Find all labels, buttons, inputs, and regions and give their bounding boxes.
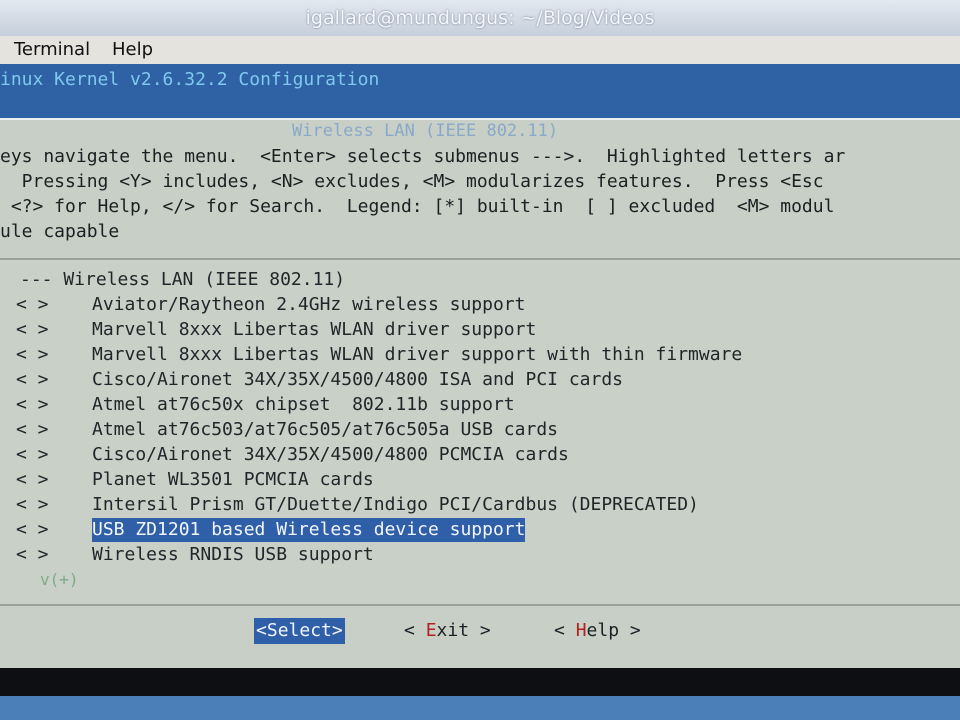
help-text-line: Pressing <Y> includes, <N> excludes, <M>… — [0, 171, 824, 192]
select-button-hotkey: S — [266, 620, 278, 641]
menu-help[interactable]: Help — [112, 36, 153, 64]
menu-item-label: Aviator/Raytheon 2.4GHz wireless support — [92, 294, 526, 315]
exit-button[interactable]: < Exit > — [404, 618, 491, 644]
menu-item[interactable]: < > Intersil Prism GT/Duette/Indigo PCI/… — [0, 493, 699, 517]
menu-item-checkbox[interactable]: < > — [16, 543, 49, 567]
menu-item-checkbox[interactable]: < > — [16, 418, 49, 442]
help-button[interactable]: < Help > — [554, 618, 641, 644]
exit-button-prefix: < — [404, 620, 426, 641]
menu-item[interactable]: < > Marvell 8xxx Libertas WLAN driver su… — [0, 318, 536, 342]
exit-button-suffix: xit > — [436, 620, 491, 641]
menu-bar: Terminal Help — [0, 36, 960, 64]
help-text-line: ule capable — [0, 221, 120, 242]
menu-item-label: Atmel at76c50x chipset 802.11b support — [92, 394, 515, 415]
menu-item-label: Intersil Prism GT/Duette/Indigo PCI/Card… — [92, 494, 699, 515]
menu-item-label: Planet WL3501 PCMCIA cards — [92, 469, 374, 490]
menu-item-checkbox[interactable]: < > — [16, 393, 49, 417]
menu-item[interactable]: < > Atmel at76c50x chipset 802.11b suppo… — [0, 393, 515, 417]
desktop-panel — [0, 696, 960, 720]
exit-button-hotkey: E — [425, 620, 437, 641]
menu-item-label: Atmel at76c503/at76c505/at76c505a USB ca… — [92, 419, 558, 440]
help-button-prefix: < — [554, 620, 576, 641]
menu-item-label: Cisco/Aironet 34X/35X/4500/4800 ISA and … — [92, 369, 624, 390]
select-button[interactable]: <Select> — [254, 618, 345, 644]
menu-item-checkbox[interactable]: < > — [16, 343, 49, 367]
menu-item[interactable]: < > Cisco/Aironet 34X/35X/4500/4800 ISA … — [0, 368, 623, 392]
menu-item-label: Wireless RNDIS USB support — [92, 544, 374, 565]
menu-item-checkbox[interactable]: < > — [16, 293, 49, 317]
menu-item-selected[interactable]: < > USB ZD1201 based Wireless device sup… — [0, 518, 526, 542]
select-button-prefix: < — [256, 620, 267, 641]
window-title-bar[interactable]: igallard@mundungus: ~/Blog/Videos — [0, 0, 960, 36]
menu-item-label: Marvell 8xxx Libertas WLAN driver suppor… — [92, 319, 537, 340]
menu-item-label: Marvell 8xxx Libertas WLAN driver suppor… — [92, 344, 743, 365]
help-text-line: <?> for Help, </> for Search. Legend: [*… — [0, 196, 835, 217]
menu-item-checkbox[interactable]: < > — [16, 368, 49, 392]
terminal-bottom-area — [0, 668, 960, 696]
help-button-suffix: elp > — [586, 620, 641, 641]
menu-terminal[interactable]: Terminal — [14, 36, 90, 64]
menu-item-checkbox[interactable]: < > — [16, 318, 49, 342]
window-title: igallard@mundungus: ~/Blog/Videos — [305, 7, 655, 29]
menu-item[interactable]: < > Cisco/Aironet 34X/35X/4500/4800 PCMC… — [0, 443, 569, 467]
menu-item-checkbox[interactable]: < > — [16, 493, 49, 517]
menu-item[interactable]: < > Marvell 8xxx Libertas WLAN driver su… — [0, 343, 742, 367]
menu-item-checkbox[interactable]: < > — [16, 518, 49, 542]
help-text-line: eys navigate the menu. <Enter> selects s… — [0, 146, 846, 167]
menu-item[interactable]: < > Aviator/Raytheon 2.4GHz wireless sup… — [0, 293, 525, 317]
scroll-more-indicator: v(+) — [40, 570, 79, 589]
menu-item-checkbox[interactable]: < > — [16, 468, 49, 492]
menu-item-checkbox[interactable]: < > — [16, 443, 49, 467]
menu-item[interactable]: < > Atmel at76c503/at76c505/at76c505a US… — [0, 418, 558, 442]
dialog-header: Wireless LAN (IEEE 802.11) — [292, 121, 559, 141]
menu-item-label: Cisco/Aironet 34X/35X/4500/4800 PCMCIA c… — [92, 444, 569, 465]
select-button-suffix: elect> — [277, 620, 343, 641]
help-button-hotkey: H — [575, 620, 587, 641]
menu-section-header: --- Wireless LAN (IEEE 802.11) — [0, 268, 345, 292]
config-title: inux Kernel v2.6.32.2 Configuration — [0, 69, 380, 90]
menu-item[interactable]: < > Wireless RNDIS USB support — [0, 543, 374, 567]
menu-item-label: USB ZD1201 based Wireless device support — [92, 518, 526, 542]
menu-item[interactable]: < > Planet WL3501 PCMCIA cards — [0, 468, 374, 492]
menu-section-label: --- Wireless LAN (IEEE 802.11) — [20, 269, 346, 290]
